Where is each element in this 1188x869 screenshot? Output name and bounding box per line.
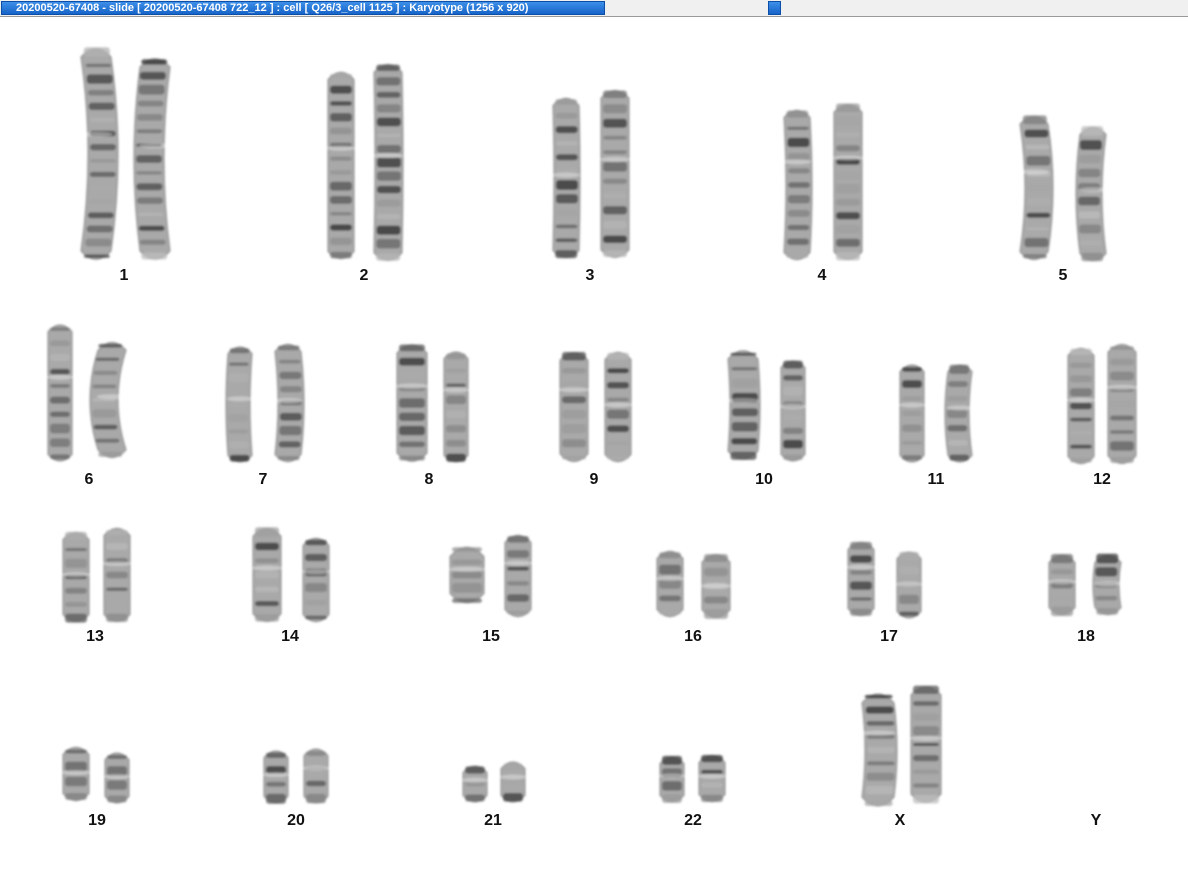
chromosome bbox=[225, 346, 254, 463]
chromosome bbox=[461, 765, 489, 803]
chromosome bbox=[102, 527, 132, 623]
chromosome bbox=[262, 750, 290, 804]
chromosome bbox=[726, 350, 761, 460]
chromosome bbox=[1066, 347, 1096, 465]
chromosome-label: 16 bbox=[684, 628, 702, 645]
chromosome bbox=[79, 47, 119, 260]
chromosome bbox=[326, 71, 356, 260]
chromosome bbox=[372, 64, 404, 261]
chromosome-label: 21 bbox=[484, 812, 502, 829]
chromosome-label: 13 bbox=[86, 628, 104, 645]
chromosome-label: 7 bbox=[258, 471, 268, 488]
chromosome bbox=[655, 550, 685, 618]
chromosome bbox=[895, 551, 923, 619]
chromosome-label: X bbox=[894, 812, 906, 829]
chromosome-label: 11 bbox=[927, 471, 945, 488]
chromosome bbox=[551, 97, 581, 259]
chromosome bbox=[89, 342, 128, 458]
chromosome bbox=[898, 364, 926, 463]
chromosome-label: 6 bbox=[84, 471, 94, 488]
title-bar: 20200520-67408 - slide [ 20200520-67408 … bbox=[0, 0, 1188, 17]
chromosome-label: 9 bbox=[589, 471, 599, 488]
chromosome bbox=[1106, 344, 1138, 464]
chromosome-label: 17 bbox=[880, 628, 898, 645]
chromosome bbox=[558, 352, 590, 462]
chromosome-label: 5 bbox=[1058, 267, 1068, 284]
chromosome bbox=[779, 360, 807, 462]
chromosome bbox=[61, 531, 91, 623]
chromosome bbox=[503, 534, 533, 618]
chromosome bbox=[273, 343, 305, 463]
chromosome-label: Y bbox=[1090, 812, 1102, 829]
chromosome bbox=[1047, 553, 1077, 617]
chromosome bbox=[302, 748, 330, 804]
chromosome bbox=[442, 351, 470, 463]
chromosome-label: 2 bbox=[359, 267, 369, 284]
chromosome-label: 15 bbox=[482, 628, 500, 645]
chromosome-label: 12 bbox=[1093, 471, 1111, 488]
chromosome bbox=[1075, 126, 1108, 262]
chromosome bbox=[301, 537, 331, 623]
chromosome bbox=[846, 541, 876, 617]
chromosome bbox=[251, 527, 283, 622]
chromosome bbox=[603, 351, 633, 463]
chromosome bbox=[395, 344, 429, 462]
chromosome-label: 19 bbox=[88, 812, 106, 829]
chromosome-label: 20 bbox=[287, 812, 305, 829]
chromosome bbox=[700, 554, 732, 619]
chromosome bbox=[599, 90, 631, 258]
karyotype-image bbox=[46, 47, 1138, 807]
chromosome-label: 22 bbox=[684, 812, 702, 829]
chromosome-label: 18 bbox=[1077, 628, 1095, 645]
chromosome bbox=[697, 754, 727, 803]
window-title-tab[interactable]: 20200520-67408 - slide [ 20200520-67408 … bbox=[1, 1, 605, 15]
chromosome-label: 4 bbox=[817, 267, 827, 284]
chromosome-label: 10 bbox=[755, 471, 773, 488]
chromosome-label: 3 bbox=[585, 267, 595, 284]
karyotype-canvas: 1 2 3 4 5 6 7 8 9 10 11 12 13 14 15 16 17 18 19 20 21 22 X Y bbox=[0, 17, 1188, 869]
chromosome bbox=[782, 109, 813, 261]
chromosome bbox=[499, 761, 527, 803]
chromosome bbox=[832, 103, 864, 261]
chromosome bbox=[448, 546, 486, 604]
chromosome bbox=[61, 746, 91, 802]
chromosome bbox=[1018, 115, 1054, 260]
chromosome bbox=[133, 58, 172, 260]
chromosome-label: 1 bbox=[119, 267, 129, 284]
chromosome-label: 8 bbox=[424, 471, 434, 488]
chromosome bbox=[46, 324, 74, 462]
chromosome-label: 14 bbox=[281, 628, 299, 645]
chromosome bbox=[1092, 553, 1123, 616]
chromosome bbox=[944, 364, 974, 463]
chromosome bbox=[909, 685, 943, 804]
chromosome bbox=[103, 752, 131, 804]
scroll-thumb[interactable] bbox=[768, 1, 781, 15]
chromosome bbox=[860, 693, 898, 807]
chromosome bbox=[658, 755, 686, 803]
